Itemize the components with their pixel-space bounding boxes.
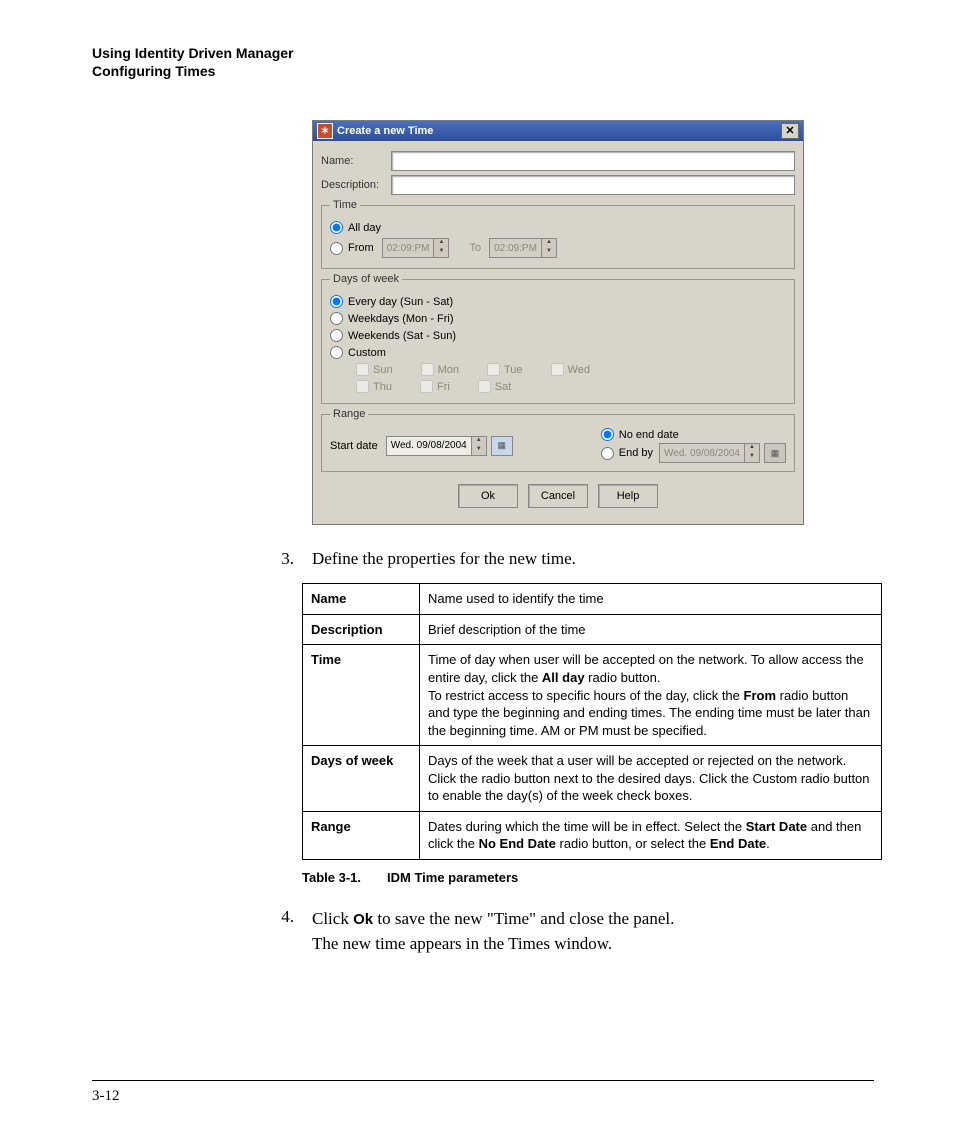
start-calendar-button[interactable]: ▦	[491, 436, 513, 456]
param-desc: Time of day when user will be accepted o…	[420, 645, 882, 746]
name-label: Name:	[321, 155, 391, 167]
table-row: DescriptionBrief description of the time	[303, 614, 882, 645]
wed-label: Wed	[568, 364, 590, 376]
name-input[interactable]	[391, 151, 795, 171]
dow-legend: Days of week	[330, 273, 402, 285]
step3-text: Define the properties for the new time.	[312, 549, 576, 569]
range-group: Range Start date Wed. 09/08/2004▲▼ ▦ No …	[321, 408, 795, 472]
end-calendar-button[interactable]: ▦	[764, 443, 786, 463]
to-time-spinner[interactable]: 02:09:PM▲▼	[489, 238, 557, 258]
create-time-dialog: ✶ Create a new Time ✕ Name: Description:…	[312, 120, 804, 525]
thu-checkbox[interactable]	[356, 380, 369, 393]
allday-radio[interactable]	[330, 221, 343, 234]
start-date-label: Start date	[330, 440, 378, 452]
caption-text: IDM Time parameters	[387, 870, 518, 885]
table-row: RangeDates during which the time will be…	[303, 811, 882, 859]
everyday-label: Every day (Sun - Sat)	[348, 296, 453, 308]
param-name: Days of week	[303, 746, 420, 812]
param-desc: Name used to identify the time	[420, 584, 882, 615]
noend-label: No end date	[619, 429, 679, 441]
from-label: From	[348, 242, 374, 254]
weekends-label: Weekends (Sat - Sun)	[348, 330, 456, 342]
sat-label: Sat	[495, 381, 512, 393]
param-desc: Brief description of the time	[420, 614, 882, 645]
help-button[interactable]: Help	[598, 484, 658, 508]
hdr-line2: Configuring Times	[92, 62, 874, 80]
table-row: TimeTime of day when user will be accept…	[303, 645, 882, 746]
description-label: Description:	[321, 179, 391, 191]
from-time-spinner[interactable]: 02:09:PM▲▼	[382, 238, 450, 258]
endby-radio[interactable]	[601, 447, 614, 460]
to-label: To	[469, 242, 481, 254]
time-legend: Time	[330, 199, 360, 211]
wed-checkbox[interactable]	[551, 363, 564, 376]
param-name: Time	[303, 645, 420, 746]
page-footer: 3-12	[92, 1080, 874, 1105]
sun-label: Sun	[373, 364, 393, 376]
cancel-button[interactable]: Cancel	[528, 484, 588, 508]
param-desc: Days of the week that a user will be acc…	[420, 746, 882, 812]
tue-checkbox[interactable]	[487, 363, 500, 376]
weekdays-label: Weekdays (Mon - Fri)	[348, 313, 454, 325]
param-name: Name	[303, 584, 420, 615]
step4-bold: Ok	[353, 911, 373, 928]
custom-label: Custom	[348, 347, 386, 359]
everyday-radio[interactable]	[330, 295, 343, 308]
time-group: Time All day From 02:09:PM▲▼ To 02:09:PM…	[321, 199, 795, 269]
step4-num: 4.	[262, 907, 294, 956]
weekends-radio[interactable]	[330, 329, 343, 342]
from-radio[interactable]	[330, 242, 343, 255]
mon-label: Mon	[438, 364, 459, 376]
hdr-line1: Using Identity Driven Manager	[92, 44, 874, 62]
page-number: 3-12	[92, 1088, 120, 1104]
step4-post: to save the new "Time" and close the pan…	[373, 909, 674, 928]
sun-checkbox[interactable]	[356, 363, 369, 376]
sat-checkbox[interactable]	[478, 380, 491, 393]
fri-label: Fri	[437, 381, 450, 393]
param-name: Range	[303, 811, 420, 859]
step3-num: 3.	[262, 549, 294, 569]
param-desc: Dates during which the time will be in e…	[420, 811, 882, 859]
mon-checkbox[interactable]	[421, 363, 434, 376]
app-icon: ✶	[317, 123, 333, 139]
step-4: 4. Click Ok to save the new "Time" and c…	[262, 907, 874, 956]
dialog-title: Create a new Time	[337, 125, 433, 137]
tue-label: Tue	[504, 364, 523, 376]
close-icon[interactable]: ✕	[781, 123, 799, 139]
fri-checkbox[interactable]	[420, 380, 433, 393]
description-input[interactable]	[391, 175, 795, 195]
end-date-spinner[interactable]: Wed. 09/08/2004▲▼	[659, 443, 760, 463]
caption-label: Table 3-1.	[302, 870, 361, 885]
param-name: Description	[303, 614, 420, 645]
params-table: NameName used to identify the timeDescri…	[302, 583, 882, 860]
step4-pre: Click	[312, 909, 353, 928]
table-row: Days of weekDays of the week that a user…	[303, 746, 882, 812]
weekdays-radio[interactable]	[330, 312, 343, 325]
page-header: Using Identity Driven Manager Configurin…	[92, 44, 874, 80]
step4-line2: The new time appears in the Times window…	[312, 934, 612, 953]
table-row: NameName used to identify the time	[303, 584, 882, 615]
table-caption: Table 3-1. IDM Time parameters	[302, 870, 874, 885]
ok-button[interactable]: Ok	[458, 484, 518, 508]
thu-label: Thu	[373, 381, 392, 393]
step-3: 3. Define the properties for the new tim…	[262, 549, 874, 569]
dialog-titlebar: ✶ Create a new Time ✕	[313, 121, 803, 141]
custom-radio[interactable]	[330, 346, 343, 359]
dow-group: Days of week Every day (Sun - Sat) Weekd…	[321, 273, 795, 404]
allday-label: All day	[348, 222, 381, 234]
range-legend: Range	[330, 408, 368, 420]
noend-radio[interactable]	[601, 428, 614, 441]
start-date-spinner[interactable]: Wed. 09/08/2004▲▼	[386, 436, 487, 456]
endby-label: End by	[619, 447, 653, 459]
